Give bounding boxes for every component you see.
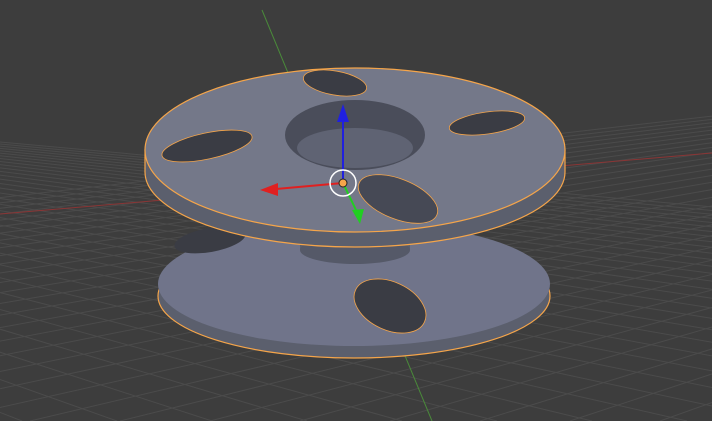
grid-line [0,411,23,421]
3d-viewport[interactable] [0,0,712,421]
viewport-canvas[interactable] [0,0,712,421]
object-origin-icon [338,178,348,188]
